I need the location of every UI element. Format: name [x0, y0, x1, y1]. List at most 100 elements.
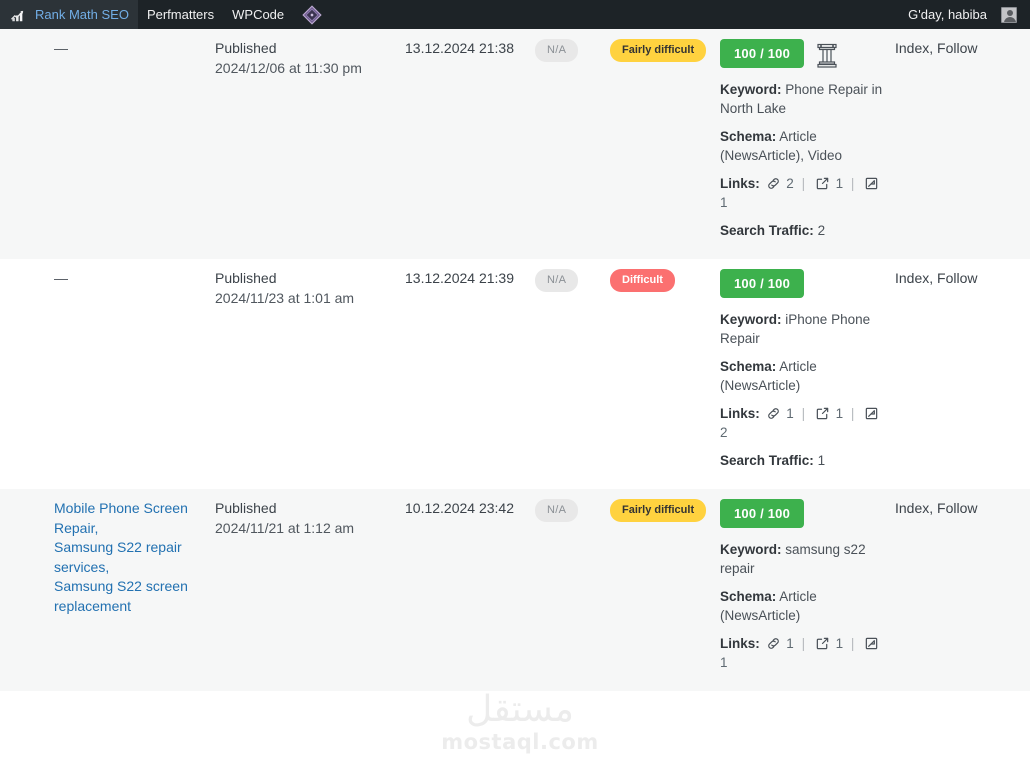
seo-score-badge[interactable]: 100 / 100 [720, 39, 805, 68]
links-separator-2: | [850, 406, 855, 421]
admin-bar-label-rank-math-seo: Rank Math SEO [35, 7, 129, 22]
post-status-date: 2024/12/06 at 11:30 pm [215, 59, 362, 76]
status-badge-difficulty: Fairly difficult [610, 499, 707, 522]
links-incoming-count: 1 [720, 655, 728, 670]
meta-schema: Schema: Article (NewsArticle) [720, 357, 885, 395]
links-internal-group: 1 [764, 406, 798, 421]
admin-bar-item-perfmatters[interactable]: Perfmatters [138, 0, 223, 29]
links-internal-count: 1 [786, 636, 794, 651]
incoming-link-icon [862, 176, 881, 191]
links-external-group: 1 [813, 176, 847, 191]
keyword-link[interactable]: Samsung S22 repair services, [54, 538, 205, 577]
post-status: Published [215, 500, 277, 516]
links-internal-count: 2 [786, 176, 794, 191]
avatar [1001, 6, 1017, 23]
meta-links: Links: 2 | 1 | 1 [720, 174, 885, 212]
posts-list-table: — Published 2024/12/06 at 11:30 pm 13.12… [0, 29, 1030, 691]
links-internal-group: 1 [764, 636, 798, 651]
cell-difficulty: Difficult [610, 259, 720, 489]
external-link-icon [813, 636, 832, 651]
meta-keyword: Keyword: samsung s22 repair [720, 540, 885, 578]
table-row: — Published 2024/11/23 at 1:01 am 13.12.… [0, 259, 1030, 489]
cell-seo-details: 100 / 100 Keyword: samsung s22 repair Sc… [720, 489, 895, 691]
table-row: Mobile Phone Screen Repair, Samsung S22 … [0, 489, 1030, 691]
cell-modified-date: 13.12.2024 21:38 [405, 40, 514, 56]
links-external-count: 1 [835, 176, 844, 191]
status-badge-na: N/A [535, 499, 579, 522]
cell-modified-date: 10.12.2024 23:42 [405, 500, 514, 516]
external-link-icon [813, 176, 832, 191]
meta-keyword-label: Keyword: [720, 82, 782, 97]
cell-robots: Index, Follow [895, 500, 978, 516]
diamond-icon [302, 4, 322, 25]
meta-schema: Schema: Article (NewsArticle), Video [720, 127, 885, 165]
meta-search-traffic: Search Traffic: 1 [720, 451, 885, 470]
links-separator-1: | [801, 176, 806, 191]
admin-bar-my-account[interactable]: G'day, habiba [899, 0, 1026, 29]
links-separator-1: | [801, 636, 806, 651]
links-incoming-count: 2 [720, 425, 728, 440]
seo-meta-block: Keyword: Phone Repair in North Lake Sche… [720, 80, 885, 240]
cell-na: N/A [535, 29, 610, 259]
admin-bar-item-wpcode[interactable]: WPCode [223, 0, 293, 29]
admin-bar-right-group: G'day, habiba [899, 0, 1030, 29]
status-badge-na: N/A [535, 39, 579, 62]
admin-bar-item-rank-math-seo[interactable]: Rank Math SEO [0, 0, 138, 29]
links-separator-2: | [850, 176, 855, 191]
chain-link-icon [764, 636, 783, 651]
post-status: Published [215, 270, 277, 286]
links-external-count: 1 [835, 636, 844, 651]
cell-status: Published 2024/11/21 at 1:12 am [215, 489, 405, 691]
links-internal-count: 1 [786, 406, 794, 421]
meta-keyword: Keyword: iPhone Phone Repair [720, 310, 885, 348]
cell-difficulty: Fairly difficult [610, 489, 720, 691]
seo-score-row: 100 / 100 [720, 269, 885, 298]
keyword-link[interactable]: Samsung S22 screen replacement [54, 577, 205, 616]
meta-search-traffic-label: Search Traffic: [720, 453, 814, 468]
chain-link-icon [764, 406, 783, 421]
links-separator-1: | [801, 406, 806, 421]
meta-search-traffic-value: 1 [817, 453, 826, 468]
cell-modified-date: 13.12.2024 21:39 [405, 270, 514, 286]
seo-meta-block: Keyword: samsung s22 repair Schema: Arti… [720, 540, 885, 672]
admin-bar-left-group: Rank Math SEO Perfmatters WPCode [0, 0, 331, 29]
cell-na: N/A [535, 489, 610, 691]
admin-bar-label-wpcode: WPCode [232, 7, 285, 22]
cell-status: Published 2024/11/23 at 1:01 am [215, 259, 405, 489]
cell-robots: Index, Follow [895, 40, 978, 56]
seo-score-row: 100 / 100 [720, 499, 885, 528]
links-external-group: 1 [813, 636, 847, 651]
meta-search-traffic-value: 2 [817, 223, 826, 238]
rank-math-logo-icon [9, 5, 29, 25]
meta-schema-label: Schema: [720, 129, 777, 144]
mostaql-watermark: مستقل mostaql.com [440, 692, 600, 756]
status-badge-difficulty: Fairly difficult [610, 39, 707, 62]
meta-keyword-label: Keyword: [720, 312, 782, 327]
status-badge-na: N/A [535, 269, 579, 292]
keywords-placeholder: — [54, 270, 68, 286]
seo-score-badge[interactable]: 100 / 100 [720, 269, 805, 298]
cell-difficulty: Fairly difficult [610, 29, 720, 259]
cell-keywords: — [0, 29, 215, 259]
watermark-latin-text: mostaql.com [441, 730, 599, 754]
cell-keywords: — [0, 259, 215, 489]
meta-search-traffic-label: Search Traffic: [720, 223, 814, 238]
links-internal-group: 2 [764, 176, 798, 191]
meta-keyword: Keyword: Phone Repair in North Lake [720, 80, 885, 118]
meta-links: Links: 1 | 1 | 1 [720, 634, 885, 672]
seo-score-row: 100 / 100 [720, 39, 885, 68]
incoming-link-icon [862, 406, 881, 421]
post-status: Published [215, 40, 277, 56]
meta-links-label: Links: [720, 176, 760, 191]
meta-schema-label: Schema: [720, 359, 777, 374]
meta-keyword-label: Keyword: [720, 542, 782, 557]
external-link-icon [813, 406, 832, 421]
cell-na: N/A [535, 259, 610, 489]
keyword-link[interactable]: Mobile Phone Screen Repair, [54, 499, 205, 538]
admin-bar-item-diamond[interactable] [293, 0, 331, 29]
wp-admin-bar: Rank Math SEO Perfmatters WPCode G'day, [0, 0, 1030, 29]
post-status-date: 2024/11/21 at 1:12 am [215, 519, 355, 536]
meta-links: Links: 1 | 1 | 2 [720, 404, 885, 442]
links-incoming-count: 1 [720, 195, 728, 210]
seo-score-badge[interactable]: 100 / 100 [720, 499, 805, 528]
